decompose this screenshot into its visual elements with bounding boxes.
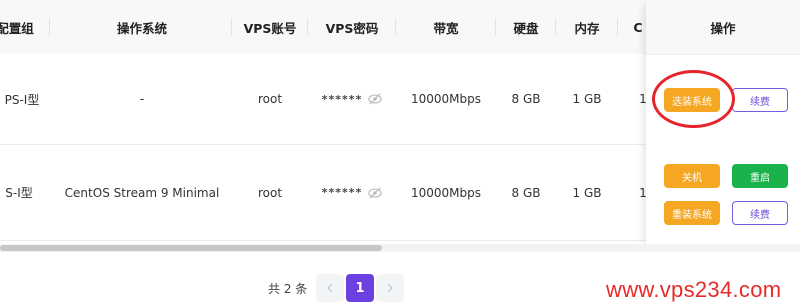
cell-password: ****** (308, 145, 396, 240)
restart-button[interactable]: 重启 (732, 164, 788, 188)
cell-password: ****** (308, 54, 396, 144)
col-header-vps-password: VPS密码 (308, 0, 396, 54)
cell-bandwidth: 10000Mbps (410, 92, 481, 106)
cell-memory: 1 GB (572, 185, 602, 200)
col-header-os: 操作系统 (52, 0, 232, 54)
operations-column: 操作 选装系统 续费 关机 重启 重装系统 续费 (646, 0, 800, 248)
chevron-left-icon (327, 284, 332, 292)
col-header-disk: 硬盘 (496, 0, 556, 54)
cell-os: - (139, 92, 145, 106)
pagination-total: 共 2 条 (268, 282, 308, 296)
cell-disk: 8 GB (511, 185, 541, 200)
col-header-vps-account: VPS账号 (232, 0, 308, 54)
reinstall-os-button[interactable]: 重装系统 (664, 201, 720, 225)
cell-disk: 8 GB (511, 92, 541, 106)
cell-memory: 1 GB (572, 92, 602, 106)
horizontal-scrollbar-thumb[interactable] (0, 245, 382, 251)
cell-plan: PS-Ⅰ型 (4, 92, 40, 107)
eye-off-icon[interactable] (368, 92, 382, 106)
password-mask: ****** (321, 92, 363, 106)
col-header-bandwidth: 带宽 (396, 0, 496, 54)
page-current-button[interactable]: 1 (346, 274, 374, 302)
page-next-button[interactable] (376, 274, 404, 302)
page-prev-button[interactable] (316, 274, 344, 302)
cell-plan: S-Ⅰ型 (5, 186, 33, 200)
eye-off-icon[interactable] (368, 186, 382, 200)
cell-bandwidth: 10000Mbps (410, 185, 481, 200)
col-header-plan: 配置组 (0, 0, 50, 54)
cell-account: root (257, 92, 283, 106)
renew-button[interactable]: 续费 (732, 88, 788, 112)
watermark-text: www.vps234.com (606, 277, 782, 302)
cell-os: CentOS Stream 9 Minimal (64, 185, 220, 200)
col-header-operations: 操作 (646, 0, 800, 55)
chevron-right-icon (388, 284, 393, 292)
renew-button[interactable]: 续费 (732, 201, 788, 225)
vps-table: 配置组 操作系统 VPS账号 VPS密码 带宽 硬盘 内存 C PS-Ⅰ型 - … (0, 0, 800, 248)
shutdown-button[interactable]: 关机 (664, 164, 720, 188)
password-mask: ****** (321, 186, 363, 199)
col-header-memory: 内存 (556, 0, 618, 54)
cell-account: root (257, 185, 283, 200)
install-os-button[interactable]: 选装系统 (664, 88, 720, 112)
